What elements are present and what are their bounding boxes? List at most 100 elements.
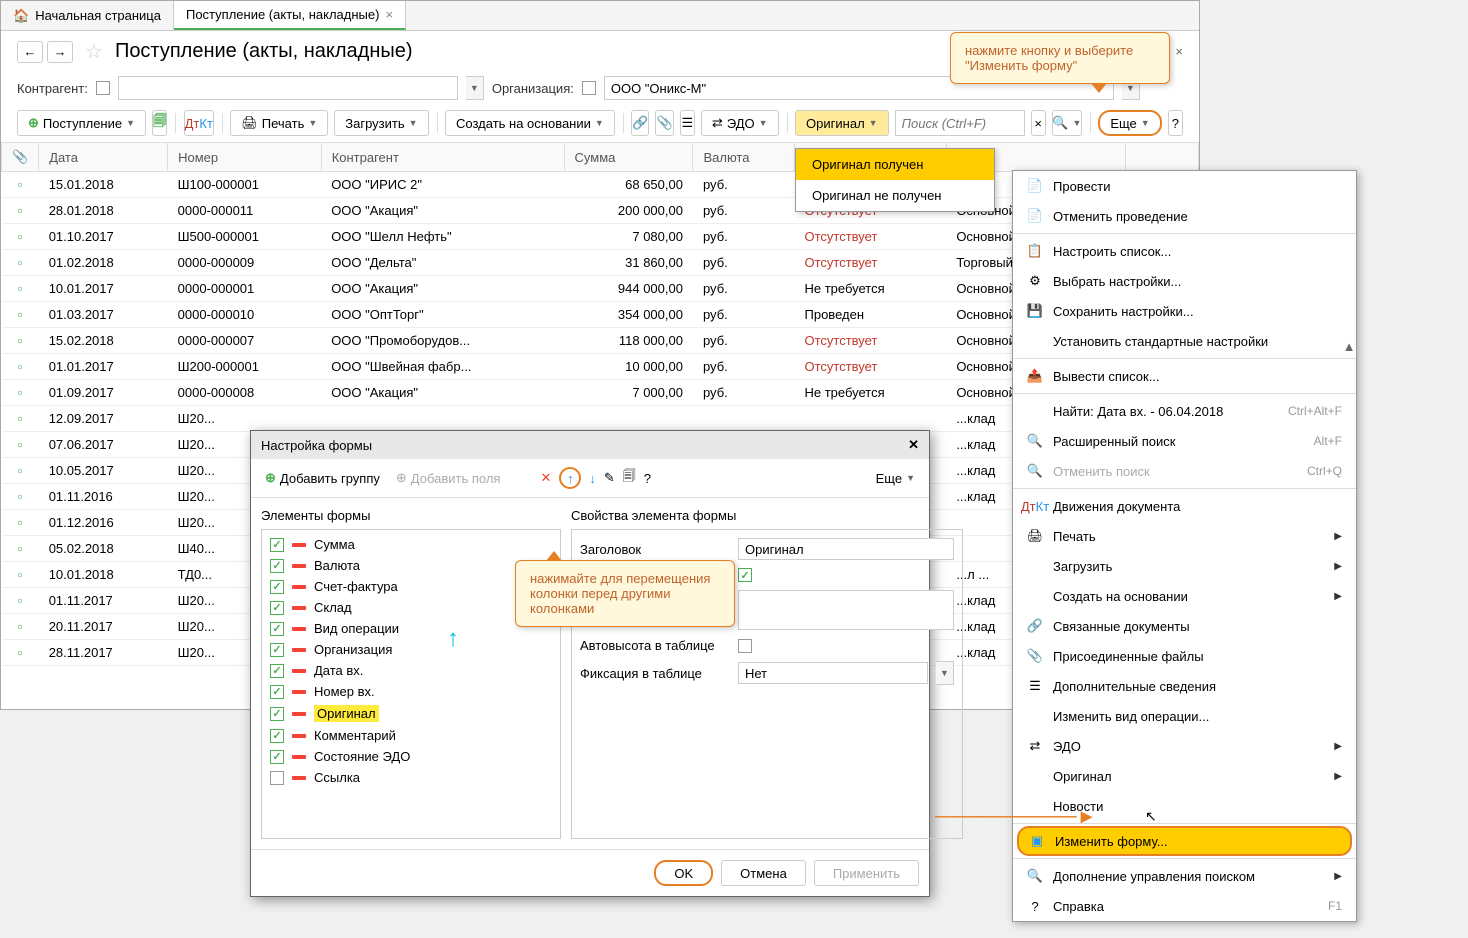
add-fields-button[interactable]: ⊕Добавить поля [392,468,505,488]
form-element-item[interactable]: ✓ Состояние ЭДО [266,746,556,767]
dd-original-not-received[interactable]: Оригинал не получен [796,180,994,211]
menu-create-based[interactable]: Создать на основании▶ [1013,581,1356,611]
dialog-help-button[interactable]: ? [644,471,651,486]
form-element-item[interactable]: ✓ Дата вх. [266,660,556,681]
menu-set-default[interactable]: Установить стандартные настройки [1013,326,1356,356]
copy-button[interactable]: 🗐 [152,110,167,136]
menu-change-form[interactable]: ▣Изменить форму... [1017,826,1352,856]
tab-close-icon[interactable]: × [385,7,393,22]
dialog-close-button[interactable]: ✕ [908,437,919,453]
menu-load[interactable]: Загрузить▶ [1013,551,1356,581]
dd-original-received[interactable]: Оригинал получен [796,149,994,180]
print-button[interactable]: 🖨Печать▼ [230,110,328,136]
item-checkbox[interactable]: ✓ [270,643,284,657]
menu-search-ext[interactable]: 🔍Дополнение управления поиском▶ [1013,861,1356,891]
close-icon[interactable]: × [1175,44,1183,59]
tab-home[interactable]: 🏠 Начальная страница [1,1,174,30]
org-checkbox[interactable] [582,81,596,95]
receipt-button[interactable]: ⊕Поступление▼ [17,110,146,136]
menu-edo[interactable]: ⇄ЭДО▶ [1013,731,1356,761]
prop-textarea[interactable] [738,590,954,630]
menu-help[interactable]: ?СправкаF1 [1013,891,1356,921]
attach-button[interactable]: 📎 [655,110,673,136]
col-op[interactable] [1125,143,1198,172]
menu-choose-settings[interactable]: ⚙Выбрать настройки... [1013,266,1356,296]
menu-add-info[interactable]: ☰Дополнительные сведения [1013,671,1356,701]
form-element-item[interactable]: ✓ Склад [266,597,556,618]
dtdk-button[interactable]: ДтКт [184,110,214,136]
col-attach[interactable]: 📎 [2,143,39,172]
form-element-item[interactable]: ✓ Валюта [266,555,556,576]
search-input[interactable] [895,110,1025,136]
scroll-up-icon[interactable]: ▲ [1344,341,1354,351]
counterparty-checkbox[interactable] [96,81,110,95]
item-checkbox[interactable]: ✓ [270,664,284,678]
menu-doc-moves[interactable]: ДтКтДвижения документа [1013,491,1356,521]
col-date[interactable]: Дата [39,143,168,172]
prop-autoheight-checkbox[interactable] [738,639,752,653]
col-sum[interactable]: Сумма [564,143,693,172]
nav-forward-button[interactable]: → [47,41,73,63]
counterparty-dropdown[interactable]: ▼ [466,76,484,100]
menu-cancel-search[interactable]: 🔍Отменить поискCtrl+Q [1013,456,1356,486]
ok-button[interactable]: OK [654,860,713,886]
nav-back-button[interactable]: ← [17,41,43,63]
tab-receipts[interactable]: Поступление (акты, накладные) × [174,1,406,30]
copy-button[interactable]: 🗐 [623,467,636,489]
form-element-item[interactable]: ✓ Счет-фактура [266,576,556,597]
search-button[interactable]: 🔍▼ [1052,110,1082,136]
prop-header-input[interactable] [738,538,954,560]
form-element-item[interactable]: ✓ Вид операции [266,618,556,639]
move-down-button[interactable]: ↓ [589,471,596,486]
menu-linked-docs[interactable]: 🔗Связанные документы [1013,611,1356,641]
delete-button[interactable]: ✕ [540,470,551,486]
item-checkbox[interactable]: ✓ [270,729,284,743]
form-element-item[interactable]: ✓ Комментарий [266,725,556,746]
move-up-button[interactable]: ↑ [559,467,581,489]
menu-find[interactable]: Найти: Дата вх. - 06.04.2018Ctrl+Alt+F [1013,396,1356,426]
item-checkbox[interactable]: ✓ [270,559,284,573]
help-button[interactable]: ? [1168,110,1183,136]
menu-output-list[interactable]: 📤Вывести список... [1013,361,1356,391]
item-checkbox[interactable]: ✓ [270,622,284,636]
counterparty-input[interactable] [118,76,458,100]
add-group-button[interactable]: ⊕Добавить группу [261,468,384,488]
menu-cancel-post[interactable]: 📄Отменить проведение [1013,201,1356,231]
favorite-icon[interactable]: ☆ [85,39,103,64]
form-element-item[interactable]: ✓ Оригинал [266,702,556,725]
menu-original[interactable]: Оригинал▶ [1013,761,1356,791]
prop-fixation-select[interactable] [738,662,928,684]
create-based-button[interactable]: Создать на основании▼ [445,110,615,136]
list-button[interactable]: ☰ [680,110,695,136]
more-button[interactable]: Еще▼ [1098,110,1161,136]
form-element-item[interactable]: ✓ Организация [266,639,556,660]
item-checkbox[interactable]: ✓ [270,750,284,764]
menu-attached-files[interactable]: 📎Присоединенные файлы [1013,641,1356,671]
item-checkbox[interactable]: ✓ [270,580,284,594]
search-clear-button[interactable]: × [1031,110,1046,136]
col-number[interactable]: Номер [168,143,322,172]
linked-button[interactable]: 🔗 [631,110,649,136]
item-checkbox[interactable]: ✓ [270,601,284,615]
item-checkbox[interactable]: ✓ [270,685,284,699]
menu-change-op[interactable]: Изменить вид операции... [1013,701,1356,731]
edit-button[interactable]: ✎ [604,470,615,486]
col-counterparty[interactable]: Контрагент [321,143,564,172]
prop-fixation-dropdown[interactable]: ▼ [936,661,954,685]
form-element-item[interactable]: ✓ Сумма [266,534,556,555]
apply-button[interactable]: Применить [814,860,919,886]
cancel-button[interactable]: Отмена [721,860,806,886]
item-checkbox[interactable] [270,771,284,785]
dialog-more-button[interactable]: Еще▼ [872,469,919,488]
original-button[interactable]: Оригинал▼ [795,110,889,136]
edo-button[interactable]: ⇄ЭДО▼ [701,110,779,136]
menu-adv-search[interactable]: 🔍Расширенный поискAlt+F [1013,426,1356,456]
menu-setup-list[interactable]: 📋Настроить список... [1013,236,1356,266]
form-element-item[interactable]: Ссылка [266,767,556,788]
menu-save-settings[interactable]: 💾Сохранить настройки... [1013,296,1356,326]
item-checkbox[interactable]: ✓ [270,538,284,552]
item-checkbox[interactable]: ✓ [270,707,284,721]
load-button[interactable]: Загрузить▼ [334,110,428,136]
col-currency[interactable]: Валюта [693,143,795,172]
form-element-item[interactable]: ✓ Номер вх. [266,681,556,702]
